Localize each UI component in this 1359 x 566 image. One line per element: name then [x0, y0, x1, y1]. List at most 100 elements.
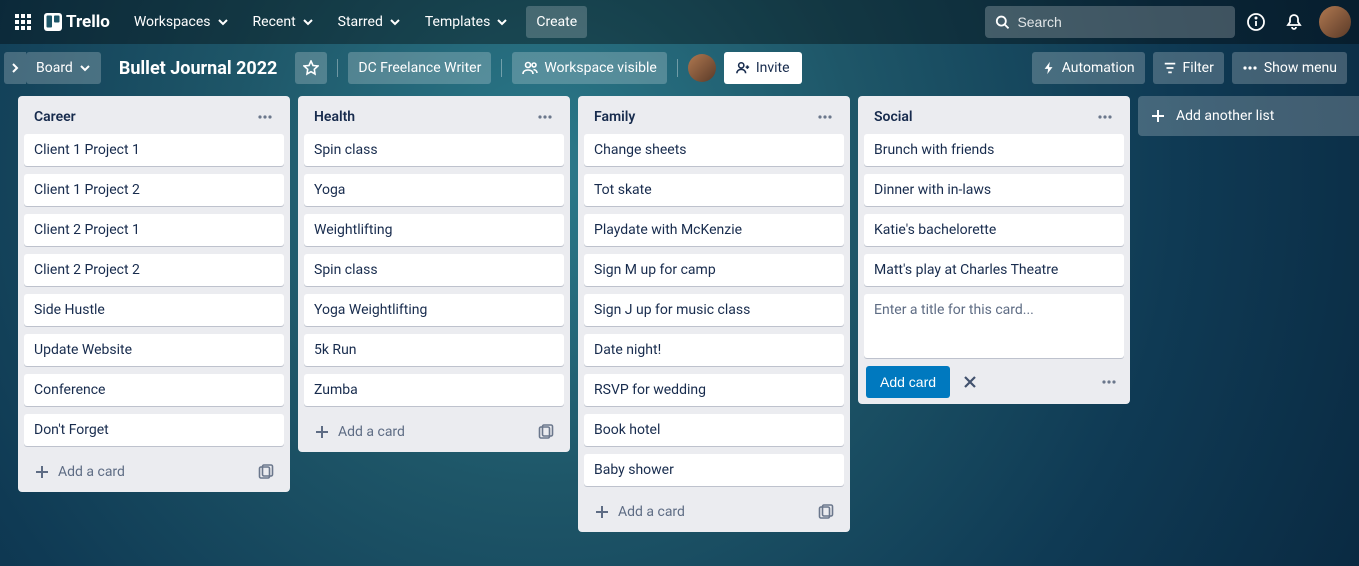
account-avatar[interactable] — [1319, 6, 1351, 38]
card[interactable]: Sign J up for music class — [584, 294, 844, 326]
add-a-card-label: Add a card — [618, 504, 685, 520]
list-title[interactable]: Career — [34, 109, 252, 125]
close-composer[interactable] — [960, 372, 980, 392]
list-title[interactable]: Family — [594, 109, 812, 125]
plus-icon — [594, 504, 610, 520]
add-a-card[interactable]: Add a card — [590, 500, 814, 524]
card[interactable]: Tot skate — [584, 174, 844, 206]
create-button-label: Create — [536, 14, 577, 30]
nav-workspaces-label: Workspaces — [134, 14, 211, 30]
filter-icon — [1163, 61, 1177, 75]
nav-workspaces[interactable]: Workspaces — [124, 6, 239, 38]
workspace-chip-label: DC Freelance Writer — [358, 60, 481, 76]
add-a-card[interactable]: Add a card — [30, 460, 254, 484]
invite-button[interactable]: Invite — [724, 52, 802, 84]
top-nav: Trello Workspaces Recent Starred Templat… — [0, 0, 1359, 44]
list-menu-button[interactable] — [812, 106, 838, 128]
search-box[interactable] — [985, 6, 1235, 38]
card[interactable]: Change sheets — [584, 134, 844, 166]
add-card-button[interactable]: Add card — [866, 366, 950, 398]
list-title[interactable]: Social — [874, 109, 1092, 125]
user-plus-icon — [736, 61, 750, 75]
card[interactable]: Spin class — [304, 134, 564, 166]
chevron-down-icon — [389, 16, 401, 28]
board-view-button[interactable]: Board — [26, 52, 101, 84]
filter-label: Filter — [1183, 60, 1214, 76]
card[interactable]: Yoga Weightlifting — [304, 294, 564, 326]
trello-icon — [44, 13, 62, 31]
card[interactable]: Playdate with McKenzie — [584, 214, 844, 246]
plus-icon — [34, 464, 50, 480]
create-button[interactable]: Create — [526, 6, 587, 38]
card[interactable]: Date night! — [584, 334, 844, 366]
card[interactable]: 5k Run — [304, 334, 564, 366]
card[interactable]: Client 1 Project 2 — [24, 174, 284, 206]
info-button[interactable] — [1239, 6, 1273, 38]
card[interactable]: RSVP for wedding — [584, 374, 844, 406]
chevron-right-icon — [9, 62, 21, 74]
trello-logo-text: Trello — [66, 12, 110, 32]
card-composer — [864, 294, 1124, 358]
board-canvas[interactable]: Career Client 1 Project 1 Client 1 Project… — [0, 92, 1359, 566]
info-icon — [1247, 13, 1265, 31]
list: Social Brunch with friends Dinner with in-… — [858, 96, 1130, 404]
card[interactable]: Baby shower — [584, 454, 844, 486]
card[interactable]: Side Hustle — [24, 294, 284, 326]
card[interactable]: Client 2 Project 2 — [24, 254, 284, 286]
nav-templates[interactable]: Templates — [415, 6, 519, 38]
card-title-input[interactable] — [874, 302, 1114, 318]
card[interactable]: Brunch with friends — [864, 134, 1124, 166]
card[interactable]: Zumba — [304, 374, 564, 406]
chevron-down-icon — [302, 16, 314, 28]
create-from-template[interactable] — [534, 420, 558, 444]
card[interactable]: Weightlifting — [304, 214, 564, 246]
trello-logo[interactable]: Trello — [42, 6, 120, 38]
apps-switcher[interactable] — [8, 6, 38, 38]
card[interactable]: Dinner with in-laws — [864, 174, 1124, 206]
list: Health Spin class Yoga Weightlifting Spin cl… — [298, 96, 570, 452]
divider — [677, 59, 678, 77]
automation-button[interactable]: Automation — [1032, 52, 1145, 84]
card[interactable]: Update Website — [24, 334, 284, 366]
star-icon — [303, 60, 319, 76]
create-from-template[interactable] — [254, 460, 278, 484]
card[interactable]: Client 1 Project 1 — [24, 134, 284, 166]
notifications-button[interactable] — [1277, 6, 1311, 38]
visibility-chip[interactable]: Workspace visible — [512, 52, 666, 84]
card[interactable]: Yoga — [304, 174, 564, 206]
create-from-template[interactable] — [814, 500, 838, 524]
card[interactable]: Client 2 Project 1 — [24, 214, 284, 246]
nav-starred[interactable]: Starred — [328, 6, 411, 38]
card[interactable]: Book hotel — [584, 414, 844, 446]
workspace-chip[interactable]: DC Freelance Writer — [348, 52, 491, 84]
card[interactable]: Don't Forget — [24, 414, 284, 446]
filter-button[interactable]: Filter — [1153, 52, 1224, 84]
card[interactable]: Conference — [24, 374, 284, 406]
list-menu-button[interactable] — [532, 106, 558, 128]
card[interactable]: Spin class — [304, 254, 564, 286]
board-title[interactable]: Bullet Journal 2022 — [109, 58, 288, 79]
card[interactable]: Matt's play at Charles Theatre — [864, 254, 1124, 286]
star-button[interactable] — [295, 52, 327, 84]
divider — [337, 59, 338, 77]
search-input[interactable] — [1017, 14, 1225, 30]
add-another-list-label: Add another list — [1176, 108, 1274, 124]
nav-recent[interactable]: Recent — [243, 6, 324, 38]
add-a-card-label: Add a card — [338, 424, 405, 440]
add-another-list[interactable]: Add another list — [1138, 96, 1359, 136]
board-view-label: Board — [36, 60, 73, 76]
composer-more[interactable] — [1096, 369, 1122, 395]
card[interactable]: Sign M up for camp — [584, 254, 844, 286]
list-menu-button[interactable] — [252, 106, 278, 128]
list-title[interactable]: Health — [314, 109, 532, 125]
board-member-avatar[interactable] — [688, 54, 716, 82]
divider — [501, 59, 502, 77]
show-menu-button[interactable]: Show menu — [1232, 52, 1347, 84]
list-menu-button[interactable] — [1092, 106, 1118, 128]
automation-label: Automation — [1062, 60, 1135, 76]
chevron-down-icon — [496, 16, 508, 28]
card[interactable]: Katie's bachelorette — [864, 214, 1124, 246]
add-a-card[interactable]: Add a card — [310, 420, 534, 444]
board-menu-expand[interactable] — [4, 52, 26, 84]
board-header: Board Bullet Journal 2022 DC Freelance W… — [0, 44, 1359, 92]
